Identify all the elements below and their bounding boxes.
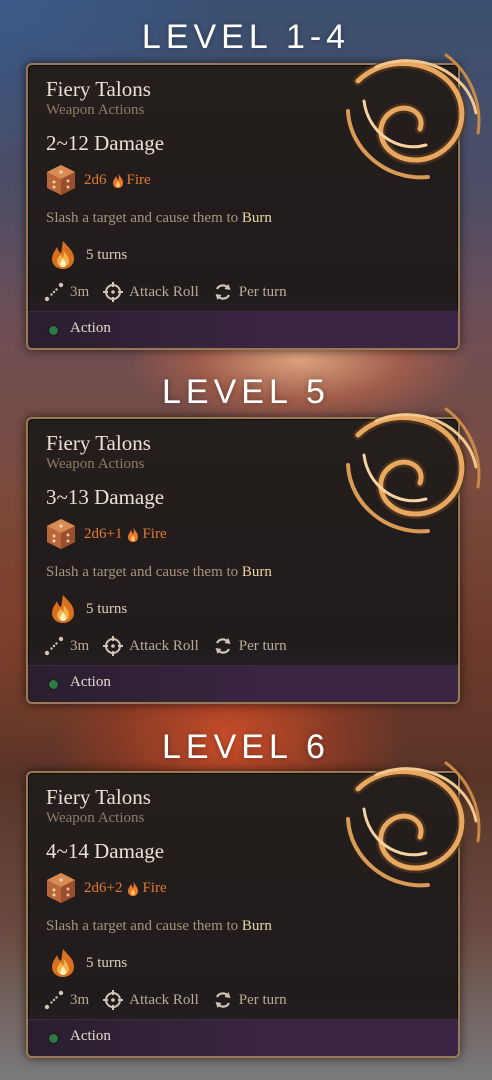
damage-range: 4~14 Damage <box>46 839 165 863</box>
recharge-icon <box>215 284 231 300</box>
spell-properties-row: 3m Attack Roll Per turn <box>44 633 301 659</box>
roll-property: Attack Roll <box>103 636 199 656</box>
card-body: Fiery Talons Weapon Actions 3~13 Damage … <box>28 419 458 702</box>
roll-property: Attack Roll <box>103 990 199 1010</box>
status-effect-row: 5 turns <box>50 947 127 979</box>
damage-dice-row: 2d6+2 Fire <box>46 871 167 905</box>
card-body: Fiery Talons Weapon Actions 2~12 Damage … <box>28 65 458 348</box>
spell-tooltip-card: Fiery Talons Weapon Actions 3~13 Damage … <box>26 407 481 704</box>
crosshair-icon <box>103 636 124 656</box>
card-body: Fiery Talons Weapon Actions 4~14 Damage … <box>28 773 458 1056</box>
damage-range: 2~12 Damage <box>46 131 165 155</box>
burn-keyword-link[interactable]: Burn <box>242 918 272 934</box>
recharge-property: Per turn <box>213 990 287 1010</box>
fire-icon <box>128 880 139 896</box>
d6-dice-icon <box>47 519 75 549</box>
action-cost: Action <box>70 674 111 690</box>
spell-category: Weapon Actions <box>46 456 145 472</box>
recharge-value: Per turn <box>238 637 287 654</box>
recharge-value: Per turn <box>238 991 287 1008</box>
action-dot-icon <box>49 326 58 335</box>
crosshair-icon <box>103 990 124 1010</box>
spell-properties-row: 3m Attack Roll Per turn <box>44 279 301 305</box>
burning-status-icon <box>52 949 74 977</box>
spell-tooltip-card: Fiery Talons Weapon Actions 2~12 Damage … <box>26 53 481 350</box>
status-duration: 5 turns <box>86 600 128 617</box>
level-heading: LEVEL 6 <box>162 728 330 766</box>
spell-title: Fiery Talons <box>46 431 151 455</box>
level-heading: LEVEL 5 <box>162 373 330 411</box>
status-effect-row: 5 turns <box>50 593 127 625</box>
roll-property: Attack Roll <box>103 282 199 302</box>
spell-title: Fiery Talons <box>46 785 151 809</box>
recharge-property: Per turn <box>213 636 287 656</box>
spell-properties-row: 3m Attack Roll Per turn <box>44 987 301 1013</box>
description-text: Slash a target and cause them to <box>46 564 242 580</box>
recharge-property: Per turn <box>213 282 287 302</box>
roll-type: Attack Roll <box>129 637 199 654</box>
range-icon <box>44 990 64 1010</box>
recharge-icon <box>215 992 231 1008</box>
description-text: Slash a target and cause them to <box>46 918 242 934</box>
d6-dice-icon <box>47 165 75 195</box>
d6-dice-icon <box>47 873 75 903</box>
damage-dice: 2d6+2 <box>84 879 123 896</box>
range-property: 3m <box>44 282 89 302</box>
damage-dice-row: 2d6+1 Fire <box>46 517 167 551</box>
burning-status-icon <box>52 241 74 269</box>
damage-dice-row: 2d6 Fire <box>46 163 151 197</box>
level-heading: LEVEL 1-4 <box>141 18 351 56</box>
range-icon <box>44 636 64 656</box>
burning-status-icon <box>52 595 74 623</box>
range-property: 3m <box>44 990 89 1010</box>
status-duration: 5 turns <box>86 246 128 263</box>
range-value: 3m <box>70 991 90 1008</box>
spell-category: Weapon Actions <box>46 810 145 826</box>
roll-type: Attack Roll <box>129 991 199 1008</box>
fire-icon <box>112 172 123 188</box>
recharge-value: Per turn <box>238 283 287 300</box>
range-value: 3m <box>70 283 90 300</box>
spell-description: Slash a target and cause them to Burn <box>46 918 272 935</box>
range-value: 3m <box>70 637 90 654</box>
status-effect-row: 5 turns <box>50 239 127 271</box>
recharge-icon <box>215 638 231 654</box>
spell-title: Fiery Talons <box>46 77 151 101</box>
fire-icon <box>128 526 139 542</box>
action-dot-icon <box>49 680 58 689</box>
action-dot-icon <box>49 1034 58 1043</box>
damage-type: Fire <box>126 171 151 188</box>
range-icon <box>44 282 64 302</box>
burn-keyword-link[interactable]: Burn <box>242 564 272 580</box>
damage-range: 3~13 Damage <box>46 485 165 509</box>
range-property: 3m <box>44 636 89 656</box>
roll-type: Attack Roll <box>129 283 199 300</box>
description-text: Slash a target and cause them to <box>46 210 242 226</box>
damage-dice: 2d6+1 <box>84 525 123 542</box>
burn-keyword-link[interactable]: Burn <box>242 210 272 226</box>
spell-tooltip-card: Fiery Talons Weapon Actions 4~14 Damage … <box>26 761 481 1058</box>
damage-type: Fire <box>142 525 167 542</box>
action-cost-bar: Action <box>28 311 458 348</box>
spell-description: Slash a target and cause them to Burn <box>46 564 272 581</box>
status-duration: 5 turns <box>86 954 128 971</box>
spell-category: Weapon Actions <box>46 102 145 118</box>
damage-type: Fire <box>142 879 167 896</box>
action-cost-bar: Action <box>28 1019 458 1056</box>
crosshair-icon <box>103 282 124 302</box>
action-cost-bar: Action <box>28 665 458 702</box>
damage-dice: 2d6 <box>84 171 107 188</box>
action-cost: Action <box>70 1028 111 1044</box>
action-cost: Action <box>70 320 111 336</box>
spell-description: Slash a target and cause them to Burn <box>46 210 272 227</box>
